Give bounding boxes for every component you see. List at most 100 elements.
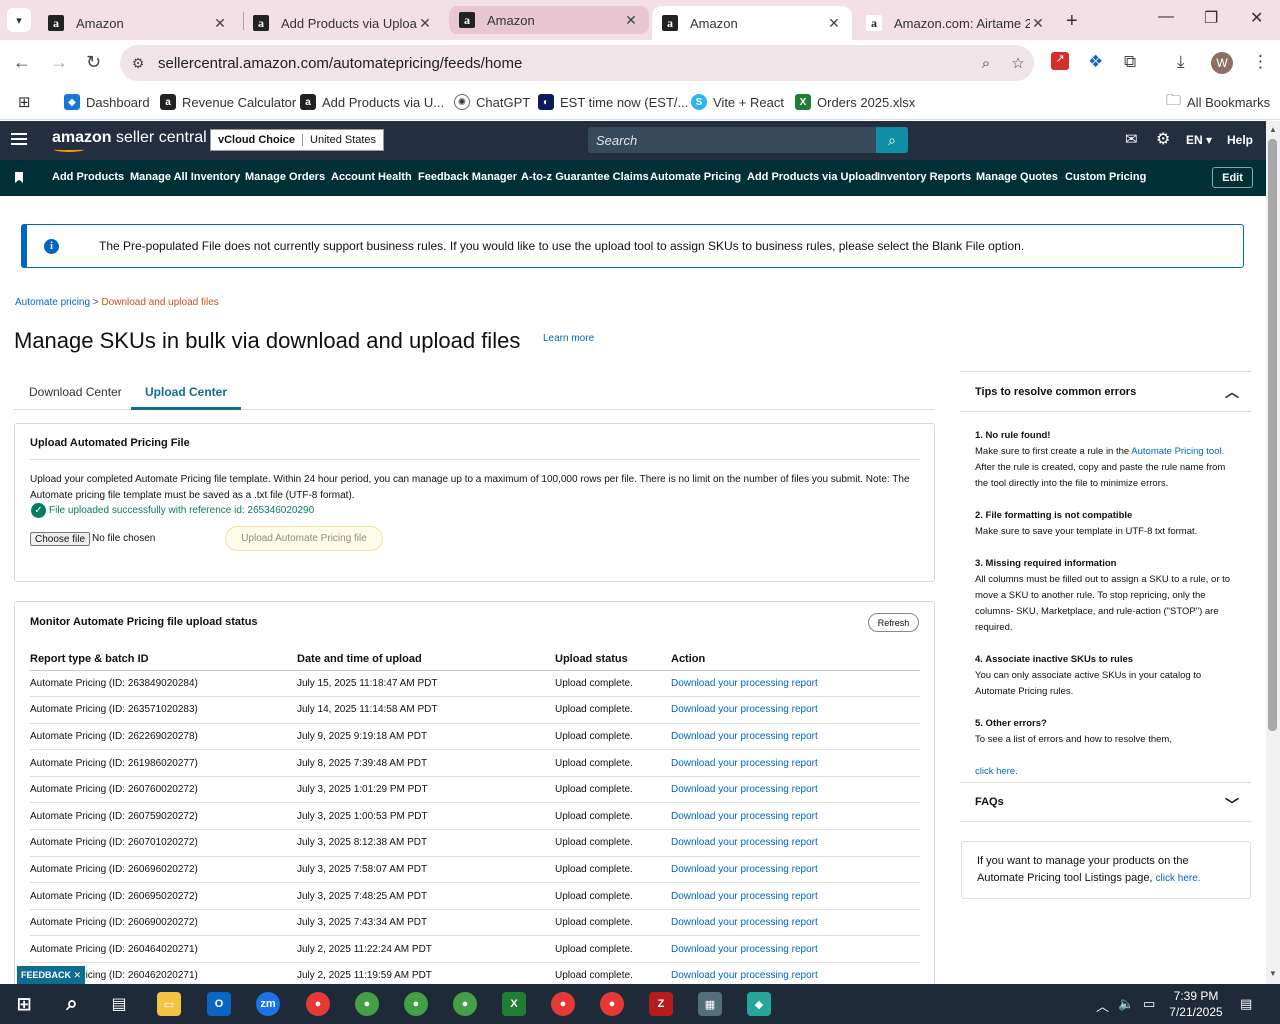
chrome-icon[interactable]: ● — [306, 992, 330, 1016]
calculator-icon[interactable]: ▦ — [698, 992, 722, 1016]
scroll-up-icon[interactable]: ▲ — [1269, 125, 1277, 134]
browser-tab-active[interactable]: a Amazon ✕ — [652, 6, 852, 40]
nav-custom-pricing[interactable]: Custom Pricing — [1065, 171, 1146, 183]
excel-icon[interactable]: X — [502, 992, 526, 1016]
file-explorer-icon[interactable]: ▭ — [157, 992, 181, 1016]
edit-nav-button[interactable]: Edit — [1212, 167, 1253, 188]
bookmark-vite-react[interactable]: S Vite + React — [691, 92, 784, 112]
profile-avatar[interactable]: W — [1211, 52, 1233, 74]
language-selector[interactable]: EN ▾ — [1186, 133, 1212, 147]
extension-icon[interactable]: ❖ — [1088, 52, 1103, 72]
nav-inventory-reports[interactable]: Inventory Reports — [877, 171, 971, 183]
tray-chevron-up-icon[interactable]: ︿ — [1096, 996, 1109, 1015]
feedback-button[interactable]: FEEDBACK ✕ — [17, 966, 85, 984]
refresh-button[interactable]: Refresh — [868, 613, 919, 632]
download-report-link[interactable]: Download your processing report — [671, 802, 920, 831]
download-report-link[interactable]: Download your processing report — [671, 935, 920, 964]
download-icon[interactable]: ⤓ — [1177, 52, 1185, 72]
nav-manage-quotes[interactable]: Manage Quotes — [976, 171, 1058, 183]
scroll-thumb[interactable] — [1268, 139, 1277, 731]
apps-grid-icon[interactable]: ⊞ — [18, 92, 31, 112]
gear-icon[interactable]: ⚙ — [1156, 129, 1170, 149]
download-report-link[interactable]: Download your processing report — [671, 909, 920, 937]
mail-icon[interactable]: ✉ — [1125, 130, 1138, 148]
bookmark-chatgpt[interactable]: ✺ ChatGPT — [454, 92, 530, 112]
chevron-up-icon[interactable]: ︿ — [1225, 382, 1239, 402]
learn-more-link[interactable]: Learn more — [543, 333, 594, 344]
chrome-icon[interactable]: ● — [600, 992, 624, 1016]
taskbar-clock[interactable]: 7:39 PM 7/21/2025 — [1168, 988, 1224, 1020]
seller-central-logo[interactable]: amazon seller central — [52, 129, 207, 152]
browser-tab[interactable]: a Amazon.com: Airtame 2 ✕ — [856, 6, 1056, 40]
kebab-menu-icon[interactable]: ⋮ — [1252, 52, 1269, 72]
back-icon[interactable]: ← — [13, 52, 31, 73]
chrome-icon[interactable]: ● — [551, 992, 575, 1016]
chevron-down-icon[interactable]: ﹀ — [1225, 795, 1239, 815]
other-errors-link[interactable]: click here. — [975, 766, 1018, 777]
zoom-app-icon[interactable]: zm — [256, 992, 280, 1016]
download-report-link[interactable]: Download your processing report — [671, 670, 920, 698]
close-icon[interactable]: ✕ — [1030, 15, 1046, 32]
tab-search-chevron-icon[interactable]: ▾ — [7, 8, 31, 32]
nav-add-products-upload[interactable]: Add Products via Upload — [747, 171, 878, 183]
bookmark-orders-xlsx[interactable]: X Orders 2025.xlsx — [795, 92, 915, 112]
chrome-icon[interactable]: ● — [404, 992, 428, 1016]
manage-listings-link[interactable]: click here. — [1156, 873, 1201, 884]
notification-icon[interactable]: ▤ — [1240, 996, 1252, 1012]
download-report-link[interactable]: Download your processing report — [671, 723, 920, 751]
forward-icon[interactable]: → — [50, 52, 68, 73]
filezilla-icon[interactable]: Z — [649, 992, 673, 1016]
account-switcher[interactable]: vCloud Choice United States — [210, 129, 385, 151]
nav-a-to-z-claims[interactable]: A-to-z Guarantee Claims — [521, 171, 649, 183]
windows-start-icon[interactable]: ⊞ — [12, 992, 36, 1016]
help-link[interactable]: Help — [1227, 133, 1253, 147]
chrome-icon[interactable]: ● — [355, 992, 379, 1016]
omnibox[interactable]: ⚙ sellercentral.amazon.com/automateprici… — [120, 45, 1034, 81]
task-view-icon[interactable]: ▤ — [107, 992, 131, 1016]
hamburger-menu-icon[interactable] — [11, 133, 27, 148]
faqs-accordion[interactable]: FAQs ﹀ — [960, 782, 1251, 822]
restore-icon[interactable]: ❐ — [1204, 8, 1218, 28]
window-close-icon[interactable]: ✕ — [1250, 8, 1263, 28]
download-report-link[interactable]: Download your processing report — [671, 829, 920, 857]
nav-add-products[interactable]: Add Products — [52, 171, 124, 183]
app-icon[interactable]: ◆ — [747, 992, 771, 1016]
close-icon[interactable]: ✕ — [73, 970, 81, 981]
nav-manage-all-inventory[interactable]: Manage All Inventory — [130, 171, 240, 183]
tab-upload-center[interactable]: Upload Center — [131, 385, 242, 410]
bookmark-star-icon[interactable]: ☆ — [1002, 54, 1034, 72]
bookmark-dashboard[interactable]: ◆ Dashboard — [64, 92, 150, 112]
download-report-link[interactable]: Download your processing report — [671, 696, 920, 724]
choose-file-button[interactable]: Choose file — [30, 532, 91, 546]
download-report-link[interactable]: Download your processing report — [671, 856, 920, 884]
nav-manage-orders[interactable]: Manage Orders — [245, 171, 325, 183]
automate-pricing-tool-link[interactable]: Automate Pricing tool. — [1131, 446, 1224, 457]
download-report-link[interactable]: Download your processing report — [671, 882, 920, 910]
page-scrollbar[interactable]: ▲ ▼ — [1266, 121, 1280, 984]
nav-account-health[interactable]: Account Health — [331, 171, 412, 183]
browser-tab[interactable]: a Amazon ✕ — [38, 6, 238, 40]
minimize-icon[interactable]: — — [1158, 8, 1174, 26]
new-tab-icon[interactable]: + — [1066, 10, 1078, 33]
upload-file-button[interactable]: Upload Automate Pricing file — [225, 526, 383, 551]
url-text[interactable]: sellercentral.amazon.com/automatepricing… — [158, 55, 970, 72]
chrome-icon[interactable]: ● — [453, 992, 477, 1016]
outlook-icon[interactable]: O — [207, 992, 231, 1016]
scroll-down-icon[interactable]: ▼ — [1269, 969, 1277, 978]
puzzle-extensions-icon[interactable]: ⧉ — [1124, 52, 1136, 72]
breadcrumb-automate-pricing[interactable]: Automate pricing — [15, 297, 90, 308]
all-bookmarks[interactable]: 🗀 All Bookmarks — [1166, 92, 1270, 112]
nav-automate-pricing[interactable]: Automate Pricing — [650, 171, 741, 183]
close-icon[interactable]: ✕ — [826, 15, 842, 32]
nav-feedback-manager[interactable]: Feedback Manager — [418, 171, 517, 183]
site-info-icon[interactable]: ⚙ — [120, 55, 156, 72]
search-button[interactable]: ⌕ — [876, 127, 908, 153]
tab-download-center[interactable]: Download Center — [29, 385, 122, 410]
search-icon[interactable]: ⌕ — [60, 992, 84, 1016]
browser-tab[interactable]: a Amazon ✕ — [449, 6, 649, 34]
pdf-extension-icon[interactable]: ↗ — [1051, 52, 1069, 70]
zoom-icon[interactable]: ⌕ — [970, 55, 1002, 72]
close-icon[interactable]: ✕ — [212, 15, 228, 32]
download-report-link[interactable]: Download your processing report — [671, 776, 920, 804]
bookmark-add-products[interactable]: a Add Products via U... — [300, 92, 444, 112]
